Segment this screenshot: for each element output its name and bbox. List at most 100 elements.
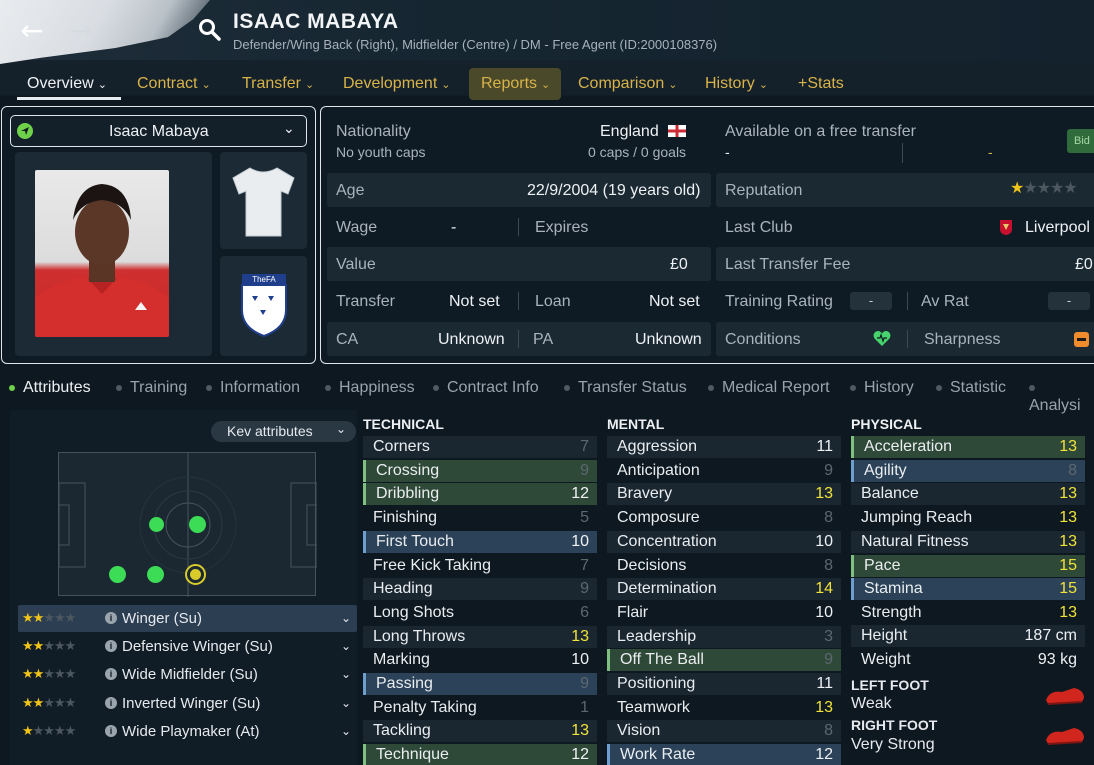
position-stars: ★★★★★ <box>22 667 76 682</box>
attribute-name: Pace <box>864 556 901 574</box>
position-row[interactable]: ★★★★★ i Defensive Winger (Su) ⌄ <box>18 633 357 660</box>
attribute-name: Teamwork <box>617 698 690 716</box>
ca-pa-row: CA Unknown PA Unknown <box>327 322 711 356</box>
attribute-name: Technique <box>376 746 449 764</box>
info-icon[interactable]: i <box>105 725 117 737</box>
avrat-label: Av Rat <box>921 293 969 310</box>
forward-arrow-icon[interactable]: → <box>64 14 98 48</box>
attribute-row: Jumping Reach 13 <box>851 507 1085 529</box>
mental-title: MENTAL <box>607 416 665 432</box>
last-fee-label: Last Transfer Fee <box>725 256 851 273</box>
height-row: Height 187 cm <box>851 625 1085 647</box>
attribute-value: 10 <box>571 651 589 669</box>
subtab-analysis[interactable]: Analysi <box>1029 379 1094 415</box>
attribute-name: Penalty Taking <box>373 698 477 716</box>
attribute-name: Passing <box>376 675 433 692</box>
fa-badge-icon: TheFA <box>241 274 287 338</box>
last-club-value[interactable]: Liverpool <box>1025 219 1090 237</box>
attribute-name: Flair <box>617 603 649 621</box>
chevron-down-icon[interactable]: ⌄ <box>341 690 351 717</box>
chevron-down-icon[interactable]: ⌄ <box>341 605 351 632</box>
value-value: £0 <box>670 256 688 273</box>
attribute-name: Concentration <box>617 532 717 550</box>
position-row[interactable]: ★★★★★ i Winger (Su) ⌄ <box>18 605 357 632</box>
attribute-row: Off The Ball 9 <box>607 649 841 672</box>
tab-contract[interactable]: Contract ⌄ <box>131 74 217 100</box>
conditions-label: Conditions <box>725 331 801 348</box>
attribute-value: 9 <box>580 580 589 598</box>
position-row[interactable]: ★★★★★ i Wide Midfielder (Su) ⌄ <box>18 661 357 688</box>
position-row[interactable]: ★★★★★ i Inverted Winger (Su) ⌄ <box>18 690 357 717</box>
subtab-medical-report[interactable]: Medical Report <box>708 379 830 397</box>
player-select[interactable]: Isaac Mabaya ⌄ <box>10 115 307 147</box>
badge-frame: TheFA <box>220 256 307 356</box>
attribute-name: Determination <box>617 580 717 598</box>
reputation-stars: ★★★★★ <box>1010 178 1078 197</box>
info-icon[interactable]: i <box>105 668 117 680</box>
tab-stats[interactable]: +Stats <box>792 74 850 100</box>
attribute-row: Leadership 3 <box>607 625 841 648</box>
chevron-down-icon[interactable]: ⌄ <box>341 633 351 660</box>
attribute-value: 6 <box>580 603 589 621</box>
attribute-name: Off The Ball <box>620 651 704 669</box>
subtab-transfer-status[interactable]: Transfer Status <box>564 379 687 397</box>
attribute-name: Corners <box>373 438 430 455</box>
attribute-name: Aggression <box>617 438 698 455</box>
attribute-name: Heading <box>373 580 433 598</box>
pa-value: Unknown <box>635 331 702 348</box>
tab-reports[interactable]: Reports ⌄ <box>475 74 556 100</box>
attribute-value: 13 <box>815 698 833 716</box>
subtab-history[interactable]: History <box>850 379 914 397</box>
subtab-attributes[interactable]: Attributes <box>9 379 91 397</box>
attribute-row: Flair 10 <box>607 602 841 624</box>
technical-title: TECHNICAL <box>363 416 444 432</box>
subtab-information[interactable]: Information <box>206 379 300 397</box>
left-boot-icon <box>1046 688 1084 705</box>
attribute-name: Strength <box>861 603 922 621</box>
key-attributes-dropdown[interactable]: Kev attributes ⌄ <box>211 421 356 442</box>
tab-development[interactable]: Development ⌄ <box>337 74 457 100</box>
position-name: Wide Playmaker (At) <box>122 723 260 740</box>
position-row[interactable]: ★★★★★ i Wide Playmaker (At) ⌄ <box>18 718 357 745</box>
chevron-down-icon[interactable]: ⌄ <box>341 661 351 688</box>
chevron-down-icon[interactable]: ⌄ <box>341 718 351 745</box>
attribute-value: 12 <box>571 746 589 764</box>
attribute-value: 13 <box>1059 532 1077 550</box>
subtab-training[interactable]: Training <box>116 379 187 397</box>
player-name: ISAAC MABAYA <box>233 10 399 33</box>
right-foot-value: Very Strong <box>851 736 935 753</box>
attribute-name: Natural Fitness <box>861 532 969 550</box>
subtab-happiness[interactable]: Happiness <box>325 379 415 397</box>
attribute-row: Aggression 11 <box>607 436 841 458</box>
attribute-name: Work Rate <box>620 746 696 764</box>
tab-history[interactable]: History ⌄ <box>699 74 774 100</box>
subtab-statistic[interactable]: Statistic <box>936 379 1006 397</box>
tab-comparison[interactable]: Comparison ⌄ <box>572 74 683 100</box>
bid-button[interactable]: Bid <box>1067 129 1094 153</box>
info-icon[interactable]: i <box>105 697 117 709</box>
search-icon[interactable] <box>198 18 222 42</box>
attribute-row: Crossing 9 <box>363 459 597 482</box>
info-icon[interactable]: i <box>105 612 117 624</box>
england-flag-icon <box>668 125 686 137</box>
back-arrow-icon[interactable]: ← <box>15 14 49 48</box>
attribute-value: 8 <box>824 509 833 527</box>
attribute-row: Bravery 13 <box>607 483 841 506</box>
info-icon[interactable]: i <box>105 640 117 652</box>
divider <box>902 143 903 163</box>
subtab-contract-info[interactable]: Contract Info <box>433 379 539 397</box>
attribute-value: 8 <box>824 556 833 574</box>
pitch-diagram <box>58 452 318 597</box>
pa-label: PA <box>533 331 554 348</box>
attribute-row: First Touch 10 <box>363 530 597 553</box>
position-stars: ★★★★★ <box>22 611 76 626</box>
tab-transfer[interactable]: Transfer ⌄ <box>236 74 320 100</box>
attribute-value: 12 <box>815 746 833 764</box>
physical-title: PHYSICAL <box>851 416 922 432</box>
last-club-label: Last Club <box>725 219 793 236</box>
attribute-value: 9 <box>824 651 833 669</box>
availability-right: - <box>988 144 993 160</box>
attribute-value: 15 <box>1059 556 1077 574</box>
attribute-name: Composure <box>617 509 700 527</box>
attribute-value: 9 <box>824 461 833 479</box>
